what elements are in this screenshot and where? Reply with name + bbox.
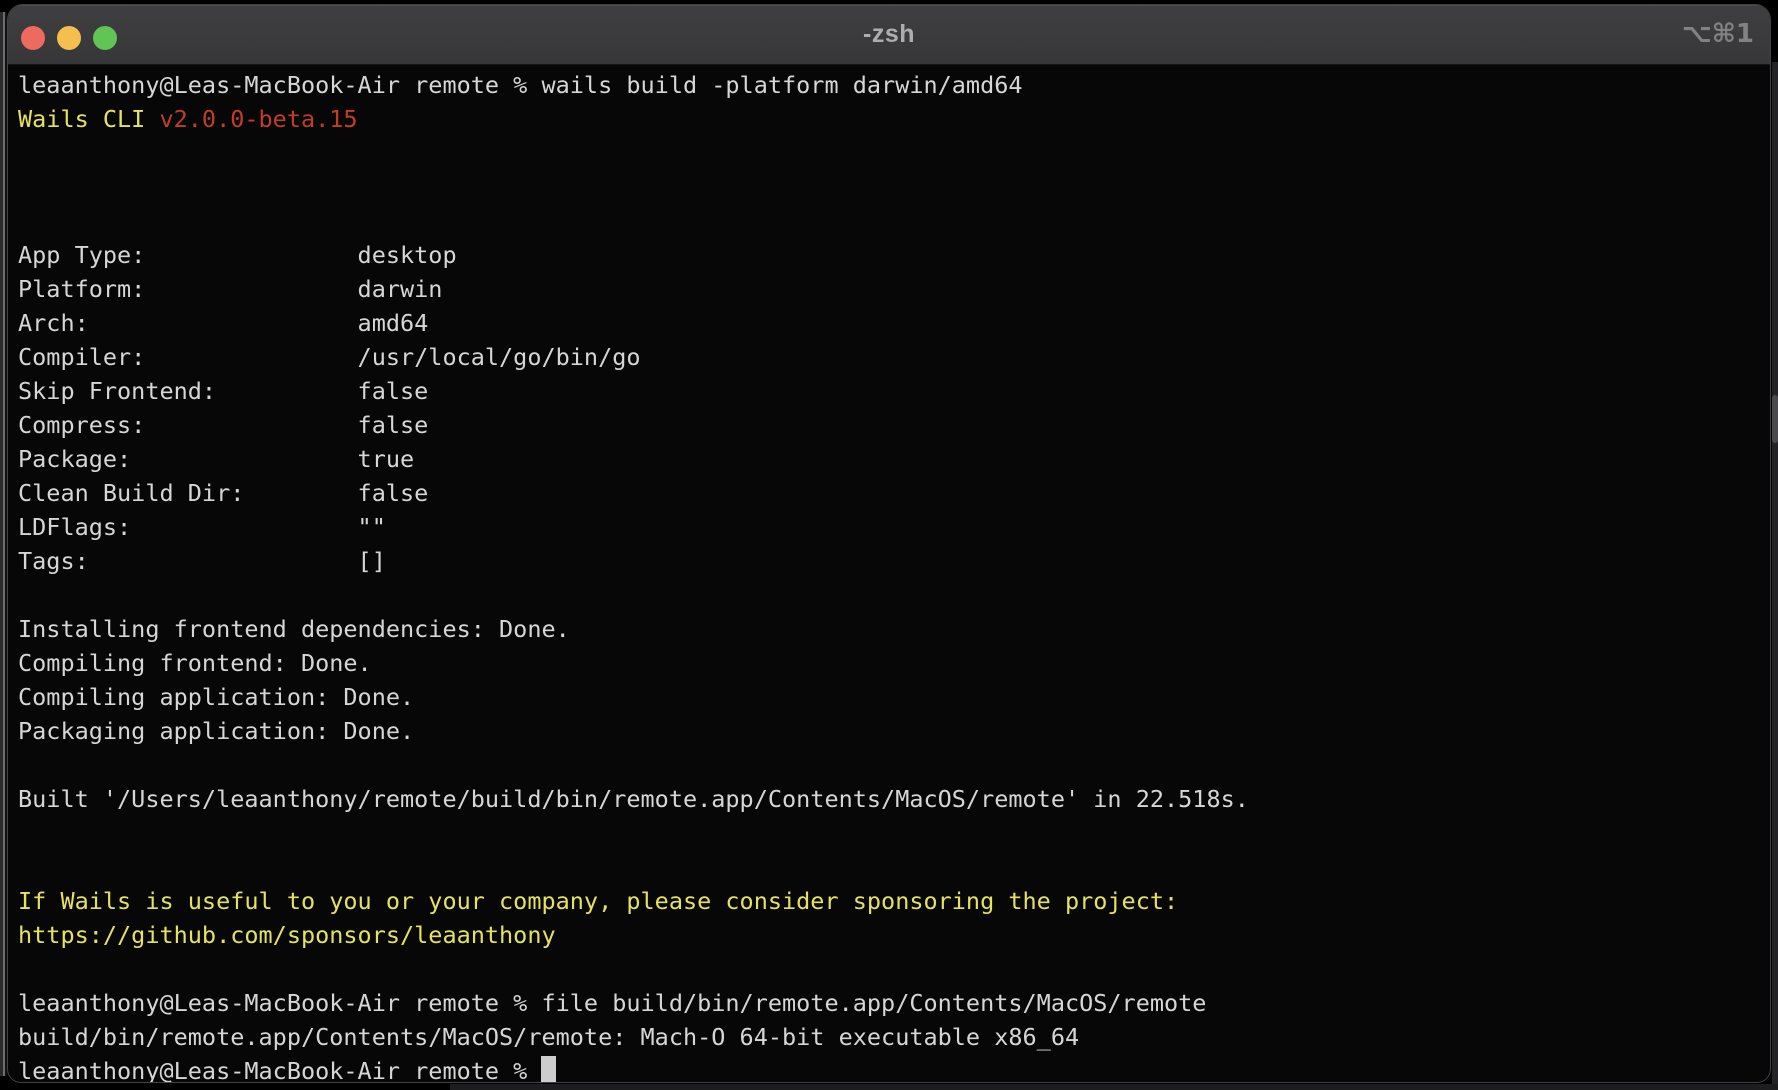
terminal-line: Skip Frontend: false: [18, 374, 1760, 408]
background-scrollbar-thumb: [1772, 395, 1778, 443]
background-window-edge-bottom: [450, 1084, 1778, 1090]
terminal-line: If Wails is useful to you or your compan…: [18, 884, 1760, 918]
terminal-line: https://github.com/sponsors/leaanthony: [18, 918, 1760, 952]
terminal-line: [18, 816, 1760, 850]
terminal-line: build/bin/remote.app/Contents/MacOS/remo…: [18, 1020, 1760, 1054]
terminal-line: Package: true: [18, 442, 1760, 476]
terminal-line: Clean Build Dir: false: [18, 476, 1760, 510]
window-shortcut-badge: ⌥⌘1: [1682, 5, 1754, 64]
terminal-line: Compiling application: Done.: [18, 680, 1760, 714]
terminal-line: Compress: false: [18, 408, 1760, 442]
terminal-text-segment: v2.0.0-beta.15: [159, 105, 357, 133]
terminal-line: Platform: darwin: [18, 272, 1760, 306]
terminal-line: Wails CLI v2.0.0-beta.15: [18, 102, 1760, 136]
terminal-line: [18, 170, 1760, 204]
terminal-line: leaanthony@Leas-MacBook-Air remote % wai…: [18, 68, 1760, 102]
background-window-edge-left: [0, 12, 7, 1076]
terminal-line: Built '/Users/leaanthony/remote/build/bi…: [18, 782, 1760, 816]
window-title: -zsh: [8, 5, 1770, 64]
terminal-line: [18, 204, 1760, 238]
cursor: [541, 1056, 556, 1083]
terminal-line: [18, 136, 1760, 170]
terminal-line: [18, 952, 1760, 986]
terminal-line: [18, 748, 1760, 782]
terminal-line: Tags: []: [18, 544, 1760, 578]
terminal-line: Compiler: /usr/local/go/bin/go: [18, 340, 1760, 374]
terminal-output[interactable]: leaanthony@Leas-MacBook-Air remote % wai…: [8, 65, 1770, 1083]
terminal-line: LDFlags: "": [18, 510, 1760, 544]
terminal-line: Arch: amd64: [18, 306, 1760, 340]
terminal-line: App Type: desktop: [18, 238, 1760, 272]
window-titlebar[interactable]: -zsh ⌥⌘1: [8, 5, 1770, 65]
terminal-line: Packaging application: Done.: [18, 714, 1760, 748]
terminal-line: leaanthony@Leas-MacBook-Air remote % fil…: [18, 986, 1760, 1020]
terminal-line: leaanthony@Leas-MacBook-Air remote %: [18, 1054, 1760, 1083]
terminal-line: Compiling frontend: Done.: [18, 646, 1760, 680]
terminal-line: [18, 578, 1760, 612]
terminal-line: Installing frontend dependencies: Done.: [18, 612, 1760, 646]
background-window-edge-right: [1772, 62, 1778, 1090]
terminal-line: [18, 850, 1760, 884]
terminal-text-segment: Wails CLI: [18, 105, 159, 133]
terminal-window: -zsh ⌥⌘1 leaanthony@Leas-MacBook-Air rem…: [7, 4, 1771, 1083]
